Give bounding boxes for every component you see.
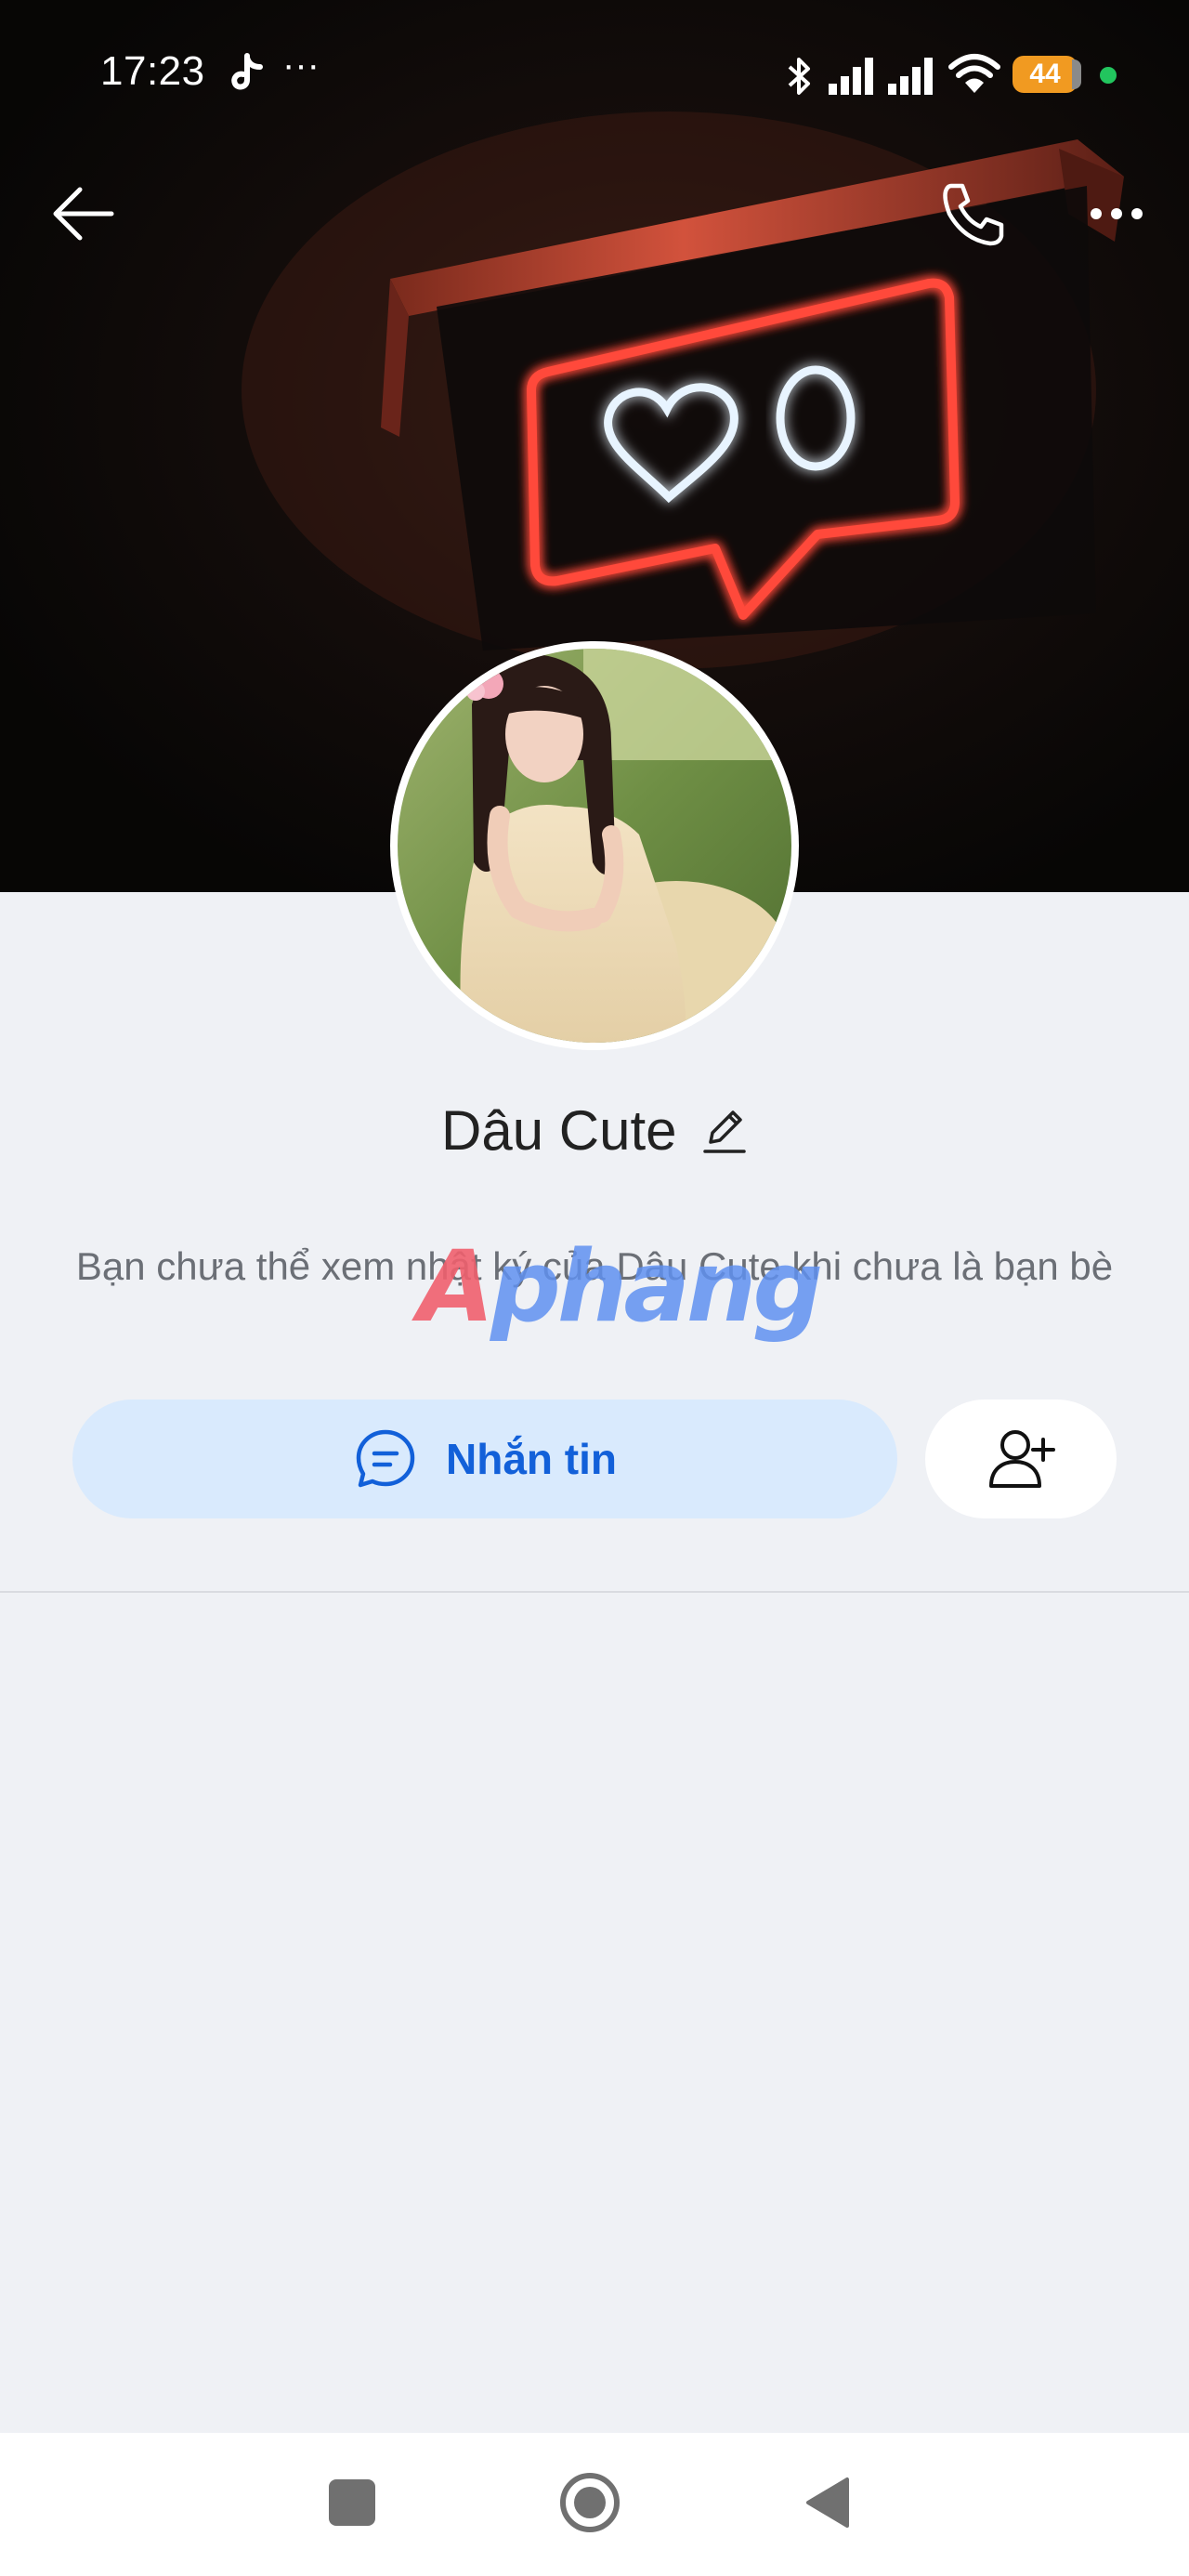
back-button[interactable] xyxy=(48,182,119,245)
recents-square-icon[interactable] xyxy=(329,2479,375,2526)
home-circle-icon[interactable] xyxy=(559,2472,621,2533)
message-button[interactable]: Nhắn tin xyxy=(72,1400,897,1518)
chat-bubble-icon xyxy=(356,1429,415,1488)
signal-icon xyxy=(829,58,873,95)
bluetooth-icon xyxy=(788,58,810,95)
status-bar: 17:23 ··· 44 xyxy=(0,0,1189,149)
tiktok-icon xyxy=(231,53,263,90)
battery-icon: 44 xyxy=(1013,56,1078,93)
back-triangle-icon[interactable] xyxy=(804,2476,851,2530)
profile-name-row: Dâu Cute xyxy=(0,1098,1189,1173)
avatar-photo xyxy=(398,649,791,1043)
pencil-icon xyxy=(703,1110,746,1153)
add-friend-button[interactable] xyxy=(925,1400,1117,1518)
privacy-indicator-dot xyxy=(1100,67,1117,84)
profile-name: Dâu Cute xyxy=(441,1099,677,1162)
watermark-logo: Aphang xyxy=(418,1236,823,1338)
user-plus-icon xyxy=(989,1430,1055,1488)
wifi-icon xyxy=(948,54,1000,93)
battery-empty-portion xyxy=(1072,59,1081,89)
arrow-left-icon xyxy=(53,187,114,241)
avatar[interactable] xyxy=(390,641,799,1050)
edit-name-button[interactable] xyxy=(701,1105,748,1157)
more-options-button[interactable] xyxy=(1087,182,1146,245)
status-time: 17:23 xyxy=(100,48,205,94)
section-divider xyxy=(0,1591,1189,1593)
phone-icon xyxy=(943,183,1004,246)
call-button[interactable] xyxy=(938,178,1009,249)
more-horizontal-icon xyxy=(1091,208,1143,219)
signal-icon xyxy=(888,58,933,95)
status-overflow-dots: ··· xyxy=(282,45,320,85)
watermark-first-letter: A xyxy=(418,1229,494,1344)
watermark-rest: phang xyxy=(490,1229,823,1344)
system-nav-bar xyxy=(0,2433,1189,2576)
message-button-label: Nhắn tin xyxy=(446,1435,617,1483)
